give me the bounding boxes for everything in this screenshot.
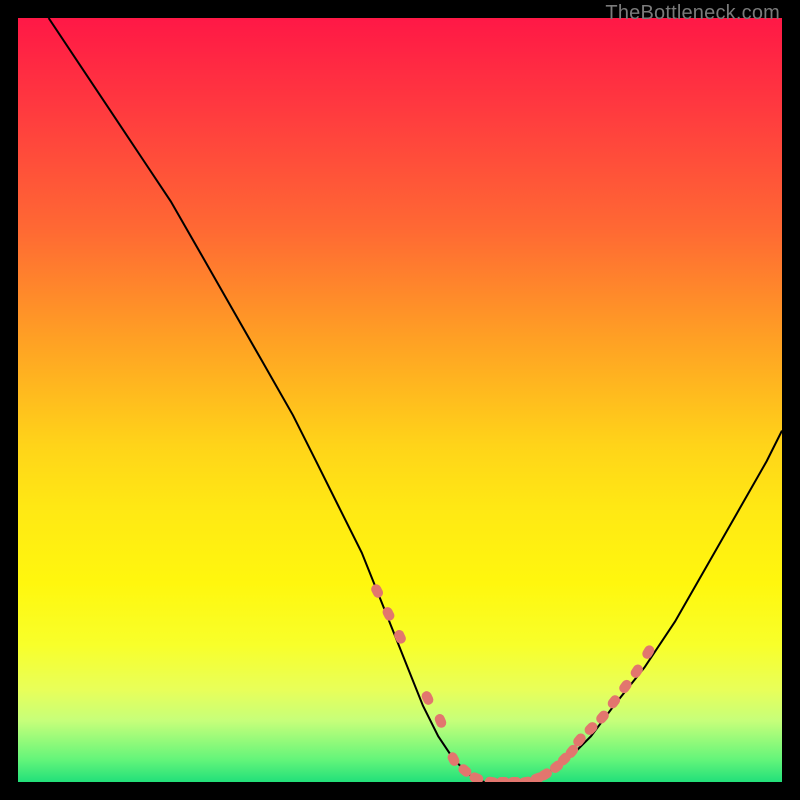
highlight-dot: [583, 720, 600, 737]
highlight-dot: [629, 663, 645, 680]
highlight-dot: [606, 693, 622, 710]
highlight-dot: [433, 713, 448, 730]
bottleneck-curve: [49, 18, 782, 782]
highlight-dot: [369, 583, 384, 600]
highlight-dot: [640, 644, 656, 661]
gradient-plot-area: [18, 18, 782, 782]
plot-svg: [18, 18, 782, 782]
highlight-dot: [393, 628, 408, 645]
watermark-label: TheBottleneck.com: [605, 2, 780, 25]
highlight-dot: [617, 678, 633, 695]
highlight-dot: [594, 709, 611, 726]
